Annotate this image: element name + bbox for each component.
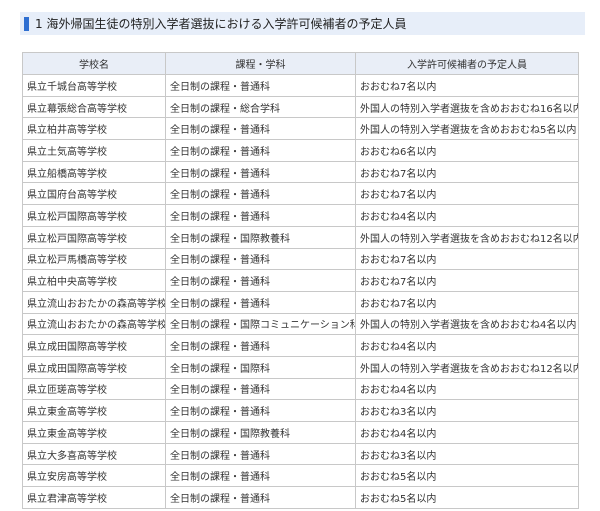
course-cell: 全日制の課程・国際科 <box>165 355 356 379</box>
school-name-cell: 県立流山おおたかの森高等学校 <box>22 290 166 314</box>
school-name-cell: 県立松戸国際高等学校 <box>22 225 166 249</box>
school-name-cell: 県立東金高等学校 <box>22 399 166 422</box>
capacity-cell: 外国人の特別入学者選抜を含めおおむね16名以内 <box>355 95 579 119</box>
capacity-cell: おおむね7名以内 <box>355 247 579 271</box>
capacity-cell: おおむね4名以内 <box>355 334 579 357</box>
course-cell: 全日制の課程・普通科 <box>165 247 356 271</box>
table-row: 県立柏井高等学校 全日制の課程・普通科 外国人の特別入学者選抜を含めおおむね5名以内 <box>22 117 579 141</box>
school-name-cell: 県立成田国際高等学校 <box>22 355 166 379</box>
table-row: 県立松戸国際高等学校 全日制の課程・国際教養科 外国人の特別入学者選抜を含めおおむね… <box>22 225 579 249</box>
admission-table: 学校名 課程・学科 入学許可候補者の予定人員 県立千城台高等学校 全日制の課程・普… <box>22 52 579 509</box>
course-cell: 全日制の課程・普通科 <box>165 464 356 488</box>
capacity-cell: おおむね3名以内 <box>355 399 579 422</box>
course-cell: 全日制の課程・普通科 <box>165 160 356 184</box>
capacity-cell: おおむね7名以内 <box>355 182 579 206</box>
school-name-cell: 県立東金高等学校 <box>22 421 166 444</box>
course-cell: 全日制の課程・普通科 <box>165 399 356 422</box>
school-name-cell: 県立柏井高等学校 <box>22 117 166 141</box>
school-name-cell: 県立千城台高等学校 <box>22 74 166 97</box>
header-capacity: 入学許可候補者の予定人員 <box>355 52 579 75</box>
course-cell: 全日制の課程・国際コミュニケーション科 <box>165 312 356 336</box>
table-row: 県立安房高等学校 全日制の課程・普通科 おおむね5名以内 <box>22 464 579 488</box>
table-row: 県立東金高等学校 全日制の課程・普通科 おおむね3名以内 <box>22 399 579 422</box>
table-row: 県立千城台高等学校 全日制の課程・普通科 おおむね7名以内 <box>22 74 579 97</box>
table-row: 県立大多喜高等学校 全日制の課程・普通科 おおむね3名以内 <box>22 442 579 466</box>
course-cell: 全日制の課程・普通科 <box>165 139 356 162</box>
course-cell: 全日制の課程・普通科 <box>165 377 356 401</box>
table-row: 県立東金高等学校 全日制の課程・国際教養科 おおむね4名以内 <box>22 421 579 444</box>
capacity-cell: おおむね7名以内 <box>355 269 579 292</box>
capacity-cell: 外国人の特別入学者選抜を含めおおむね5名以内 <box>355 117 579 141</box>
school-name-cell: 県立成田国際高等学校 <box>22 334 166 357</box>
course-cell: 全日制の課程・普通科 <box>165 182 356 206</box>
school-name-cell: 県立幕張総合高等学校 <box>22 95 166 119</box>
course-cell: 全日制の課程・普通科 <box>165 269 356 292</box>
course-cell: 全日制の課程・普通科 <box>165 204 356 227</box>
table-row: 県立船橋高等学校 全日制の課程・普通科 おおむね7名以内 <box>22 160 579 184</box>
school-name-cell: 県立君津高等学校 <box>22 486 166 509</box>
table-header-row: 学校名 課程・学科 入学許可候補者の予定人員 <box>22 52 579 75</box>
header-school: 学校名 <box>22 52 166 75</box>
table-row: 県立松戸馬橋高等学校 全日制の課程・普通科 おおむね7名以内 <box>22 247 579 271</box>
capacity-cell: おおむね4名以内 <box>355 377 579 401</box>
table-row: 県立流山おおたかの森高等学校 全日制の課程・国際コミュニケーション科 外国人の特別入… <box>22 312 579 336</box>
school-name-cell: 県立匝瑳高等学校 <box>22 377 166 401</box>
capacity-cell: おおむね4名以内 <box>355 421 579 444</box>
table-row: 県立匝瑳高等学校 全日制の課程・普通科 おおむね4名以内 <box>22 377 579 401</box>
course-cell: 全日制の課程・普通科 <box>165 74 356 97</box>
capacity-cell: おおむね7名以内 <box>355 160 579 184</box>
course-cell: 全日制の課程・普通科 <box>165 334 356 357</box>
table-row: 県立柏中央高等学校 全日制の課程・普通科 おおむね7名以内 <box>22 269 579 292</box>
capacity-cell: おおむね3名以内 <box>355 442 579 466</box>
capacity-cell: 外国人の特別入学者選抜を含めおおむね4名以内 <box>355 312 579 336</box>
school-name-cell: 県立柏中央高等学校 <box>22 269 166 292</box>
course-cell: 全日制の課程・普通科 <box>165 290 356 314</box>
school-name-cell: 県立土気高等学校 <box>22 139 166 162</box>
heading-text: 1 海外帰国生徒の特別入学者選抜における入学許可候補者の予定人員 <box>35 17 407 31</box>
course-cell: 全日制の課程・普通科 <box>165 117 356 141</box>
table-row: 県立幕張総合高等学校 全日制の課程・総合学科 外国人の特別入学者選抜を含めおおむね1… <box>22 95 579 119</box>
school-name-cell: 県立船橋高等学校 <box>22 160 166 184</box>
heading-accent-bar <box>24 16 29 31</box>
capacity-cell: おおむね7名以内 <box>355 74 579 97</box>
school-name-cell: 県立国府台高等学校 <box>22 182 166 206</box>
capacity-cell: おおむね7名以内 <box>355 290 579 314</box>
table-row: 県立流山おおたかの森高等学校 全日制の課程・普通科 おおむね7名以内 <box>22 290 579 314</box>
capacity-cell: おおむね5名以内 <box>355 486 579 509</box>
table-row: 県立国府台高等学校 全日制の課程・普通科 おおむね7名以内 <box>22 182 579 206</box>
table-row: 県立成田国際高等学校 全日制の課程・国際科 外国人の特別入学者選抜を含めおおむね12… <box>22 355 579 379</box>
section-heading: 1 海外帰国生徒の特別入学者選抜における入学許可候補者の予定人員 <box>20 12 585 35</box>
table-row: 県立成田国際高等学校 全日制の課程・普通科 おおむね4名以内 <box>22 334 579 357</box>
school-name-cell: 県立松戸馬橋高等学校 <box>22 247 166 271</box>
course-cell: 全日制の課程・総合学科 <box>165 95 356 119</box>
capacity-cell: 外国人の特別入学者選抜を含めおおむね12名以内 <box>355 225 579 249</box>
capacity-cell: おおむね5名以内 <box>355 464 579 488</box>
course-cell: 全日制の課程・普通科 <box>165 486 356 509</box>
school-name-cell: 県立流山おおたかの森高等学校 <box>22 312 166 336</box>
header-course: 課程・学科 <box>165 52 356 75</box>
course-cell: 全日制の課程・国際教養科 <box>165 421 356 444</box>
course-cell: 全日制の課程・普通科 <box>165 442 356 466</box>
school-name-cell: 県立大多喜高等学校 <box>22 442 166 466</box>
course-cell: 全日制の課程・国際教養科 <box>165 225 356 249</box>
capacity-cell: 外国人の特別入学者選抜を含めおおむね12名以内 <box>355 355 579 379</box>
school-name-cell: 県立松戸国際高等学校 <box>22 204 166 227</box>
table-row: 県立君津高等学校 全日制の課程・普通科 おおむね5名以内 <box>22 486 579 509</box>
table-row: 県立松戸国際高等学校 全日制の課程・普通科 おおむね4名以内 <box>22 204 579 227</box>
school-name-cell: 県立安房高等学校 <box>22 464 166 488</box>
table-row: 県立土気高等学校 全日制の課程・普通科 おおむね6名以内 <box>22 139 579 162</box>
capacity-cell: おおむね6名以内 <box>355 139 579 162</box>
capacity-cell: おおむね4名以内 <box>355 204 579 227</box>
